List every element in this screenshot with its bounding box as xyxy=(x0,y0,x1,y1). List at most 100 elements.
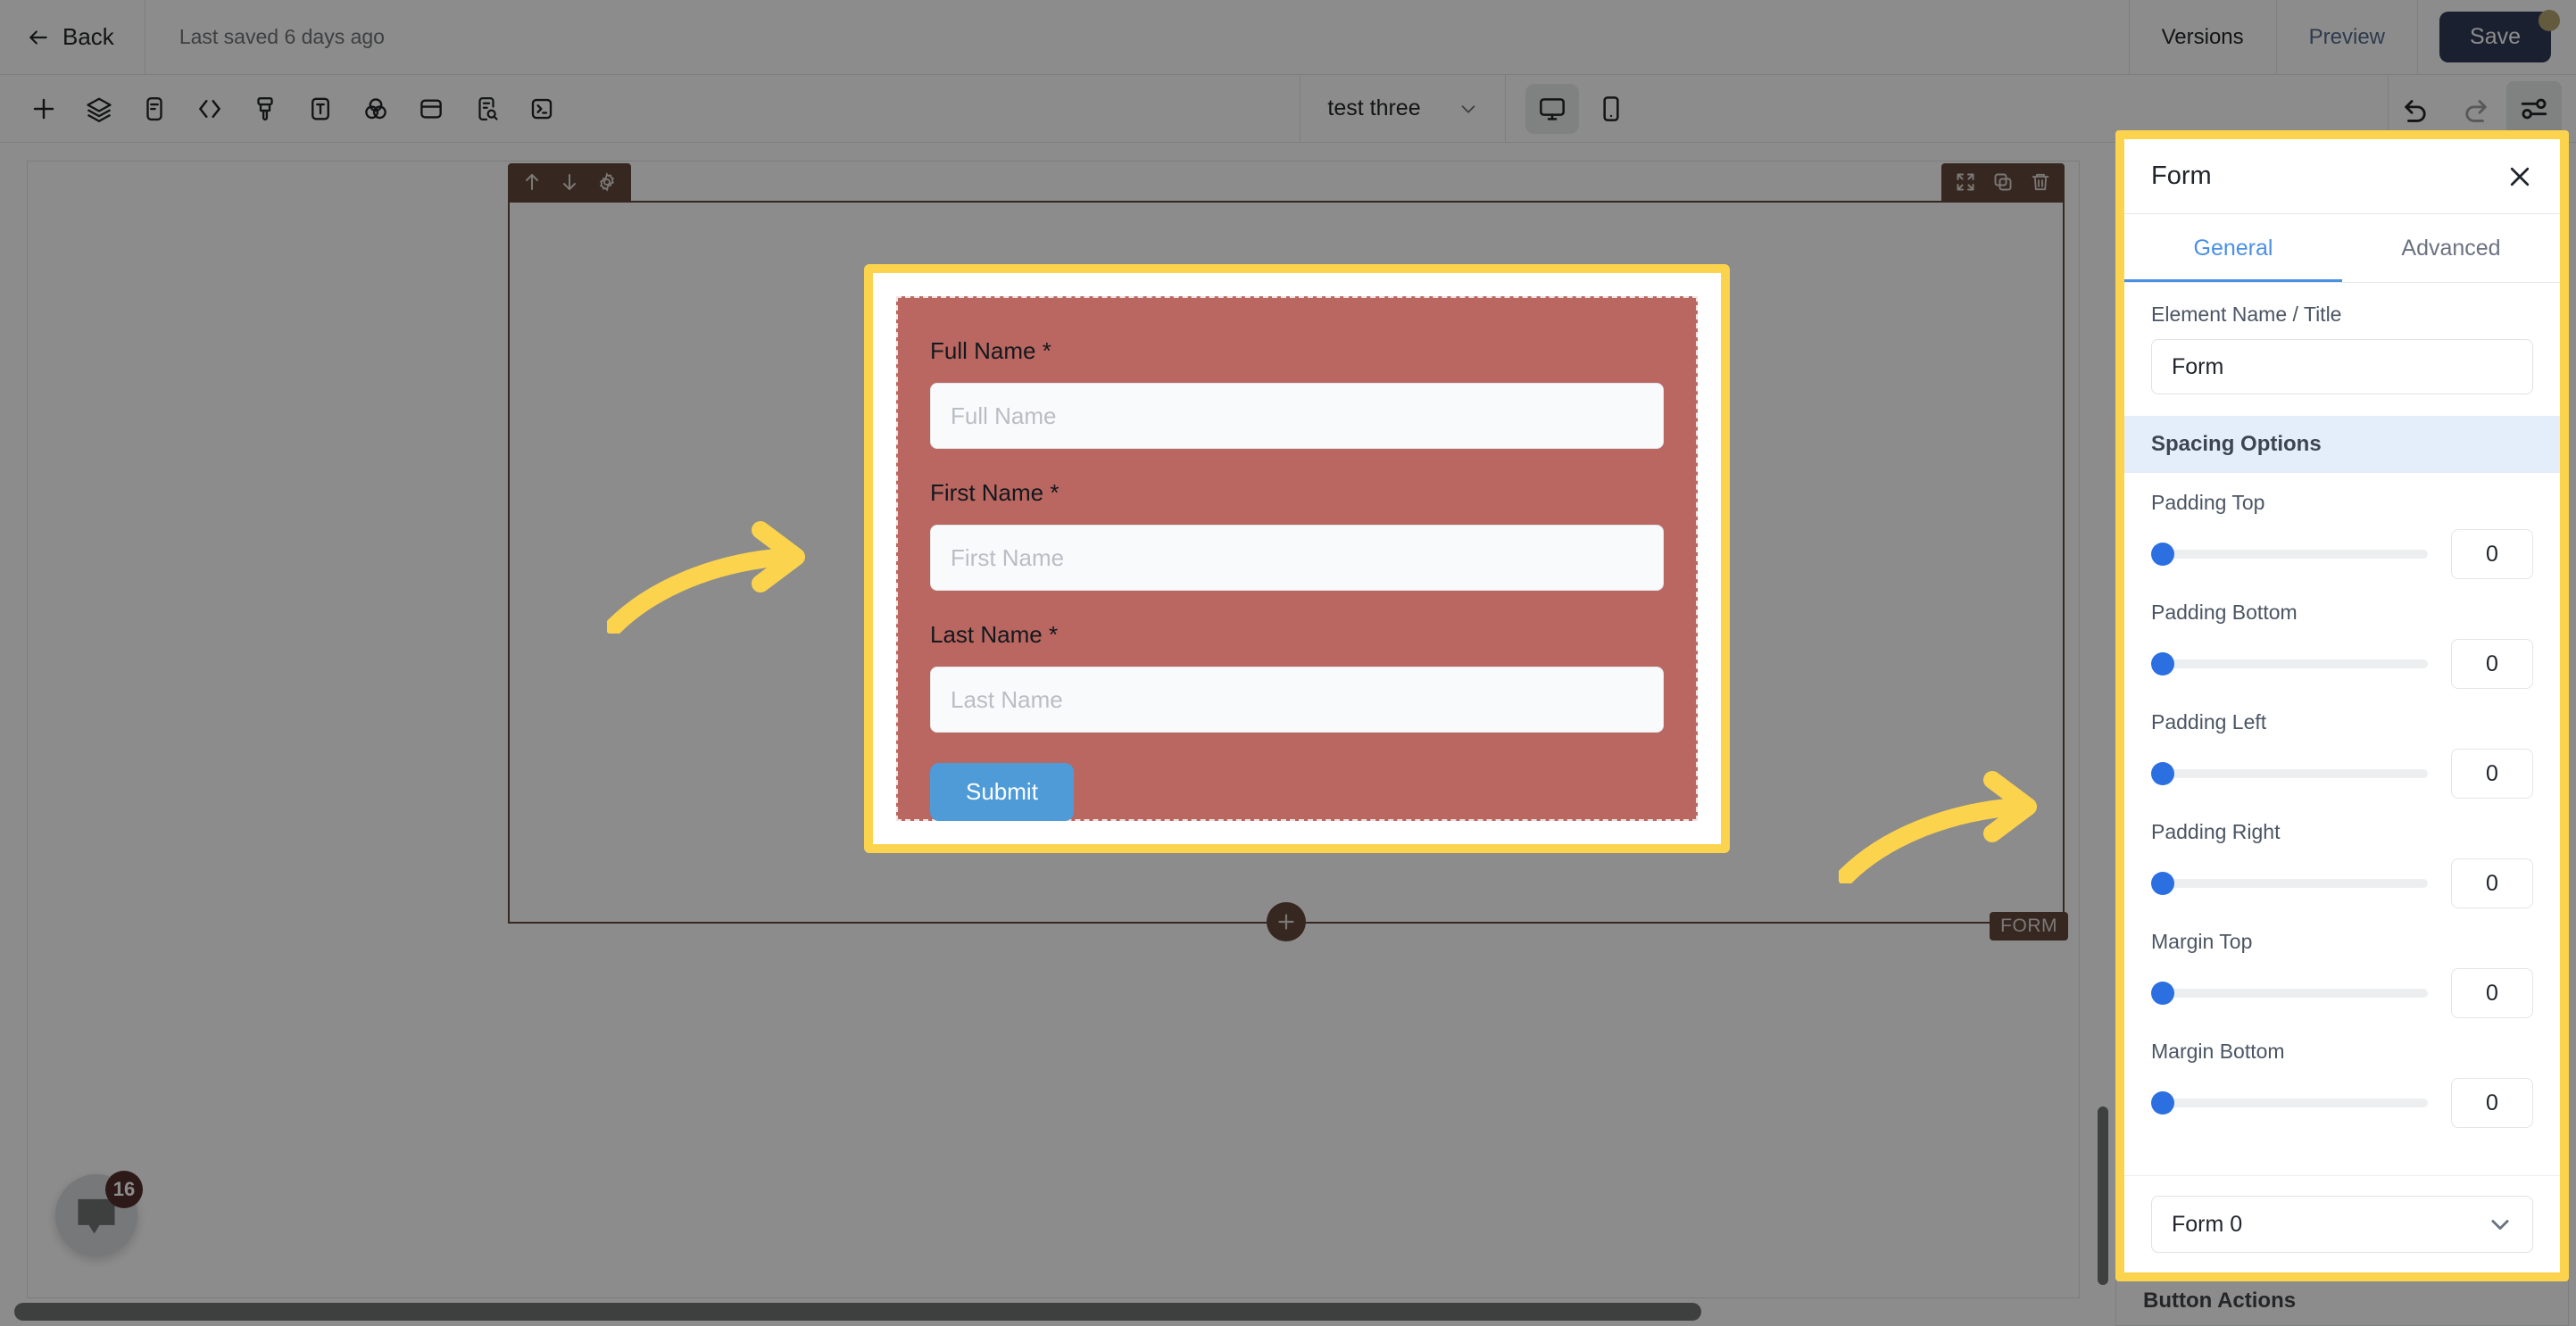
value-input-margin-top[interactable] xyxy=(2451,968,2533,1018)
save-button[interactable]: Save xyxy=(2439,12,2551,62)
undo-icon[interactable] xyxy=(2389,81,2444,137)
last-name-input[interactable]: Last Name xyxy=(930,667,1664,733)
value-input-padding-top[interactable] xyxy=(2451,529,2533,579)
delete-icon[interactable] xyxy=(2022,163,2059,201)
text-icon[interactable] xyxy=(293,81,348,137)
mobile-icon xyxy=(1603,95,1619,121)
chat-widget-button[interactable]: 16 xyxy=(55,1171,143,1256)
gear-icon[interactable] xyxy=(588,163,626,201)
field-label-full-name: Full Name * xyxy=(930,337,1051,364)
toolbar-history xyxy=(2389,80,2576,137)
slider-track-padding-top[interactable] xyxy=(2151,543,2428,566)
form-selector-dropdown[interactable]: Form 0 xyxy=(2151,1196,2533,1253)
expand-icon[interactable] xyxy=(1947,163,1984,201)
slider-thumb-margin-bottom[interactable] xyxy=(2151,1091,2174,1115)
value-input-padding-right[interactable] xyxy=(2451,858,2533,908)
full-name-input[interactable]: Full Name xyxy=(930,383,1664,449)
desktop-view-button[interactable] xyxy=(1525,83,1579,134)
slider-controls-margin-bottom xyxy=(2151,1078,2533,1128)
first-name-input[interactable]: First Name xyxy=(930,525,1664,591)
slider-thumb-padding-left[interactable] xyxy=(2151,762,2174,785)
redo-icon[interactable] xyxy=(2447,81,2503,137)
slider-controls-padding-right xyxy=(2151,858,2533,908)
panel-header: Form xyxy=(2124,139,2560,214)
panel-tabs: General Advanced xyxy=(2124,214,2560,283)
slider-padding-bottom: Padding Bottom xyxy=(2124,583,2560,692)
form-selector-value: Form 0 xyxy=(2172,1211,2243,1237)
document-search-icon[interactable] xyxy=(459,81,514,137)
slider-padding-right: Padding Right xyxy=(2124,802,2560,912)
slider-label-padding-top: Padding Top xyxy=(2151,491,2265,514)
back-label: Back xyxy=(62,23,114,50)
slider-track-margin-bottom[interactable] xyxy=(2151,1091,2428,1115)
desktop-icon xyxy=(1539,97,1565,120)
layers-icon[interactable] xyxy=(71,81,127,137)
chevron-down-icon xyxy=(1461,104,1475,113)
tab-advanced[interactable]: Advanced xyxy=(2342,214,2560,282)
slider-controls-margin-top xyxy=(2151,968,2533,1018)
field-label-first-name: First Name * xyxy=(930,479,1059,506)
button-actions-title: Button Actions xyxy=(2143,1289,2297,1313)
slider-controls-padding-bottom xyxy=(2151,639,2533,689)
slider-track-margin-top[interactable] xyxy=(2151,982,2428,1005)
slider-thumb-padding-bottom[interactable] xyxy=(2151,652,2174,675)
viewport-toggles xyxy=(1506,83,1658,134)
properties-panel: Form General Advanced Element Name / Tit… xyxy=(2115,130,2569,1281)
panel-title: Form xyxy=(2151,162,2212,190)
close-icon[interactable] xyxy=(2506,163,2533,190)
back-arrow-icon xyxy=(29,29,47,45)
duplicate-icon[interactable] xyxy=(1984,163,2022,201)
panel-vertical-scrollbar[interactable] xyxy=(2098,1106,2108,1285)
add-section-button[interactable] xyxy=(1267,902,1306,941)
move-up-icon[interactable] xyxy=(513,163,551,201)
slider-track-padding-right[interactable] xyxy=(2151,872,2428,895)
slider-thumb-padding-right[interactable] xyxy=(2151,872,2174,895)
slider-label-padding-right: Padding Right xyxy=(2151,820,2281,843)
field-label-last-name: Last Name * xyxy=(930,621,1059,648)
slider-thumb-margin-top[interactable] xyxy=(2151,982,2174,1005)
plus-icon xyxy=(1278,914,1294,930)
element-name-input[interactable] xyxy=(2151,339,2533,394)
tab-general[interactable]: General xyxy=(2124,214,2342,282)
button-actions-section: Button Actions xyxy=(2115,1276,2569,1326)
canvas-horizontal-scrollbar[interactable] xyxy=(14,1303,1701,1321)
color-blend-icon[interactable] xyxy=(348,81,403,137)
container-icon[interactable] xyxy=(403,81,459,137)
brush-icon[interactable] xyxy=(237,81,293,137)
slider-label-padding-left: Padding Left xyxy=(2151,710,2267,733)
value-input-padding-bottom[interactable] xyxy=(2451,639,2533,689)
move-down-icon[interactable] xyxy=(551,163,588,201)
last-saved-text: Last saved 6 days ago xyxy=(179,25,385,48)
back-button[interactable]: Back xyxy=(0,0,145,74)
page-selector-label: test three xyxy=(1327,95,1421,120)
slider-margin-bottom: Margin Bottom xyxy=(2124,1022,2560,1131)
code-icon[interactable] xyxy=(182,81,237,137)
value-input-margin-bottom[interactable] xyxy=(2451,1078,2533,1128)
value-input-padding-left[interactable] xyxy=(2451,749,2533,799)
slider-controls-padding-left xyxy=(2151,749,2533,799)
section-type-tag: FORM xyxy=(1990,912,2068,941)
slider-track-padding-left[interactable] xyxy=(2151,762,2428,785)
panel-footer: Form 0 xyxy=(2124,1175,2560,1272)
slider-thumb-padding-top[interactable] xyxy=(2151,543,2174,566)
page-selector[interactable]: test three xyxy=(1300,75,1504,143)
settings-sliders-icon[interactable] xyxy=(2506,80,2563,137)
versions-button[interactable]: Versions xyxy=(2130,0,2276,74)
preview-button[interactable]: Preview xyxy=(2277,0,2417,74)
slider-track-padding-bottom[interactable] xyxy=(2151,652,2428,675)
slider-label-margin-bottom: Margin Bottom xyxy=(2151,1040,2285,1063)
slider-label-padding-bottom: Padding Bottom xyxy=(2151,601,2298,624)
slider-controls-padding-top xyxy=(2151,529,2533,579)
element-name-label: Element Name / Title xyxy=(2151,302,2342,326)
element-name-group: Element Name / Title xyxy=(2124,283,2560,400)
form-body: Full Name * Full Name First Name * First… xyxy=(896,296,1698,821)
save-button-wrap: Save xyxy=(2418,10,2576,62)
selected-form-element[interactable]: Full Name * Full Name First Name * First… xyxy=(864,264,1730,853)
terminal-icon[interactable] xyxy=(514,81,569,137)
add-icon[interactable] xyxy=(16,81,71,137)
header-actions: Versions Preview Save xyxy=(2128,0,2576,75)
submit-button[interactable]: Submit xyxy=(930,763,1074,821)
document-icon[interactable] xyxy=(127,81,182,137)
mobile-view-button[interactable] xyxy=(1584,84,1638,134)
panel-content: Element Name / Title Spacing Options Pad… xyxy=(2124,283,2560,1175)
